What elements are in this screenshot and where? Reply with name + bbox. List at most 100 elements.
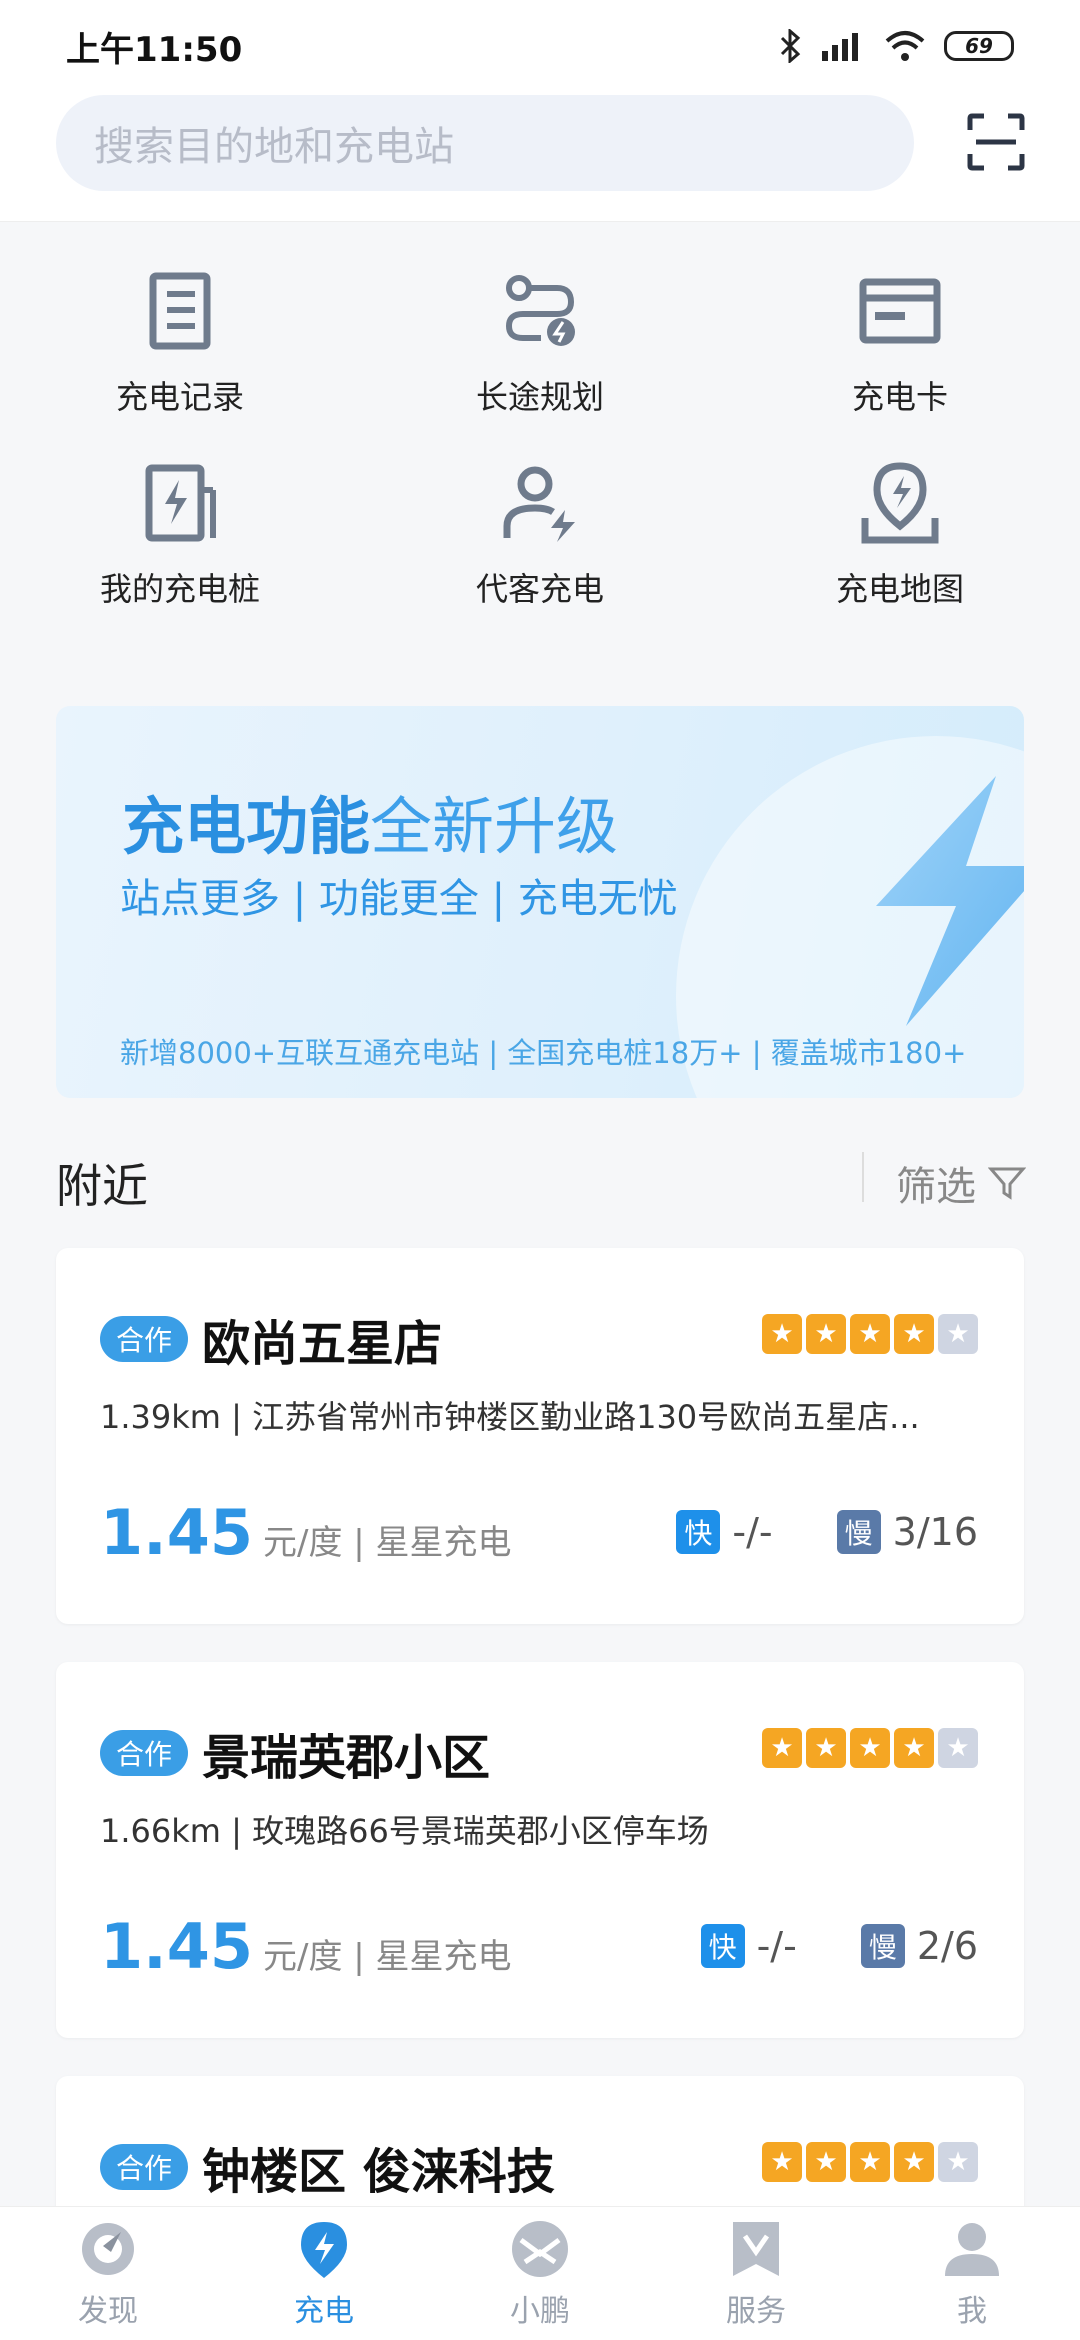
star-icon: ★ xyxy=(894,2142,934,2182)
nav-tab-me[interactable]: 我 xyxy=(864,2207,1080,2340)
star-icon: ★ xyxy=(806,2142,846,2182)
star-icon: ★ xyxy=(894,1314,934,1354)
station-card[interactable]: 合作 欧尚五星店 ★ ★ ★ ★ ★ 1.39km | 江苏省常州市钟楼区勤业路… xyxy=(56,1248,1024,1624)
quick-action-charging-card[interactable]: 充电卡 xyxy=(720,268,1080,418)
banner-subtitle: 站点更多 | 功能更全 | 充电无忧 xyxy=(120,876,678,922)
station-header: 合作 钟楼区 俊涞科技 xyxy=(100,2132,555,2202)
star-rating: ★ ★ ★ ★ ★ xyxy=(762,1314,978,1354)
service-icon xyxy=(733,2221,779,2276)
star-icon: ★ xyxy=(806,1728,846,1768)
charger-pile-icon xyxy=(145,464,216,542)
filter-icon xyxy=(988,1167,1026,1200)
quick-action-route-plan[interactable]: 长途规划 xyxy=(360,268,720,418)
star-icon: ★ xyxy=(850,1728,890,1768)
scan-icon[interactable] xyxy=(966,112,1026,172)
status-icons: 69 xyxy=(778,29,1014,63)
header: 搜索目的地和充电站 xyxy=(0,92,1080,222)
grid-label: 充电记录 xyxy=(115,378,244,416)
quick-action-valet-charging[interactable]: 代客充电 xyxy=(360,460,720,610)
station-address: 1.66km | 玫瑰路66号景瑞英郡小区停车场 xyxy=(100,1812,709,1850)
star-icon: ★ xyxy=(762,2142,802,2182)
slow-charger-tag: 慢 xyxy=(836,1510,881,1554)
fast-charger-count: -/- xyxy=(732,1510,773,1554)
star-empty-icon: ★ xyxy=(938,1314,978,1354)
star-icon: ★ xyxy=(762,1728,802,1768)
cellular-signal-icon xyxy=(822,33,858,61)
price-value: 1.45 xyxy=(100,1496,253,1569)
nav-tab-service[interactable]: 服务 xyxy=(648,2207,864,2340)
record-list-icon xyxy=(149,272,211,350)
filter-label: 筛选 xyxy=(896,1164,976,1210)
price-value: 1.45 xyxy=(100,1910,253,1983)
station-card[interactable]: 合作 景瑞英郡小区 ★ ★ ★ ★ ★ 1.66km | 玫瑰路66号景瑞英郡小… xyxy=(56,1662,1024,2038)
star-icon: ★ xyxy=(894,1728,934,1768)
xpeng-logo-icon xyxy=(512,2220,568,2277)
quick-action-charging-record[interactable]: 充电记录 xyxy=(0,268,360,418)
quick-action-charging-map[interactable]: 充电地图 xyxy=(720,460,1080,610)
nav-tab-xpeng[interactable]: 小鹏 xyxy=(432,2207,648,2340)
partner-badge: 合作 xyxy=(100,1730,189,1776)
quick-action-my-charger[interactable]: 我的充电桩 xyxy=(0,460,360,610)
grid-label: 代客充电 xyxy=(475,570,604,608)
star-empty-icon: ★ xyxy=(938,2142,978,2182)
nav-tab-discover[interactable]: 发现 xyxy=(0,2207,216,2340)
slow-charger-count: 3/16 xyxy=(892,1510,978,1554)
star-icon: ★ xyxy=(850,1314,890,1354)
search-input[interactable]: 搜索目的地和充电站 xyxy=(56,95,914,191)
lightning-bolt-icon xyxy=(876,776,1024,1026)
fast-charger-count: -/- xyxy=(756,1924,797,1968)
star-icon: ★ xyxy=(850,2142,890,2182)
grid-label: 长途规划 xyxy=(475,378,604,416)
banner-title-bold: 充电功能 xyxy=(122,790,371,863)
nav-label: 小鹏 xyxy=(510,2293,570,2329)
fast-charger-tag: 快 xyxy=(700,1924,745,1968)
slow-charger-tag: 慢 xyxy=(860,1924,905,1968)
banner-footer: 新增8000+互联互通充电站 | 全国充电桩18万+ | 覆盖城市180+ xyxy=(120,1036,967,1070)
status-time: 上午11:50 xyxy=(66,29,243,70)
charger-availability: 快 -/- 慢 3/16 xyxy=(676,1510,978,1554)
wifi-icon xyxy=(885,31,925,61)
grid-label: 充电卡 xyxy=(851,378,948,416)
station-header: 合作 欧尚五星店 xyxy=(100,1304,442,1374)
charge-pin-icon xyxy=(301,2221,347,2278)
nav-label: 我 xyxy=(957,2293,987,2329)
discover-icon xyxy=(82,2222,134,2275)
grid-label: 我的充电桩 xyxy=(99,570,260,608)
grid-label: 充电地图 xyxy=(835,570,964,608)
charger-availability: 快 -/- 慢 2/6 xyxy=(700,1924,978,1968)
star-icon: ★ xyxy=(762,1314,802,1354)
filter-button[interactable]: 筛选 xyxy=(896,1154,1026,1212)
star-rating: ★ ★ ★ ★ ★ xyxy=(762,1728,978,1768)
battery-indicator: 69 xyxy=(944,31,1014,61)
star-icon: ★ xyxy=(806,1314,846,1354)
slow-charger-count: 2/6 xyxy=(916,1924,978,1968)
partner-badge: 合作 xyxy=(100,1316,189,1362)
nav-label: 服务 xyxy=(726,2293,786,2329)
station-name: 景瑞英郡小区 xyxy=(202,1730,491,1786)
divider xyxy=(862,1152,864,1202)
price-unit: 元/度 | 星星充电 xyxy=(262,1523,512,1563)
status-bar: 上午11:50 69 xyxy=(0,0,1080,92)
quick-actions-grid: 充电记录 长途规划 充电卡 我的充电桩 代客充电 充电地图 xyxy=(0,268,1080,610)
price-unit: 元/度 | 星星充电 xyxy=(262,1937,512,1977)
nav-label: 发现 xyxy=(78,2293,138,2329)
route-plan-icon xyxy=(505,275,575,346)
price-row: 1.45 元/度 | 星星充电 xyxy=(100,1496,512,1569)
bluetooth-icon xyxy=(780,29,801,63)
fast-charger-tag: 快 xyxy=(676,1510,721,1554)
nav-tab-charge[interactable]: 充电 xyxy=(216,2207,432,2340)
station-address: 1.39km | 江苏省常州市钟楼区勤业路130号欧尚五星店... xyxy=(100,1398,920,1436)
charging-map-icon xyxy=(861,462,939,544)
bottom-nav: 发现 充电 小鹏 服务 我 xyxy=(0,2206,1080,2340)
station-name: 欧尚五星店 xyxy=(202,1316,443,1372)
station-name: 钟楼区 俊涞科技 xyxy=(202,2144,555,2200)
promo-banner[interactable]: 充电功能全新升级 站点更多 | 功能更全 | 充电无忧 新增8000+互联互通充… xyxy=(56,706,1024,1098)
partner-badge: 合作 xyxy=(100,2144,189,2190)
nav-label: 充电 xyxy=(294,2293,354,2329)
star-rating: ★ ★ ★ ★ ★ xyxy=(762,2142,978,2182)
profile-icon xyxy=(945,2222,999,2276)
star-empty-icon: ★ xyxy=(938,1728,978,1768)
station-header: 合作 景瑞英郡小区 xyxy=(100,1718,490,1788)
valet-charging-icon xyxy=(503,466,575,542)
nearby-title: 附近 xyxy=(56,1159,148,1213)
